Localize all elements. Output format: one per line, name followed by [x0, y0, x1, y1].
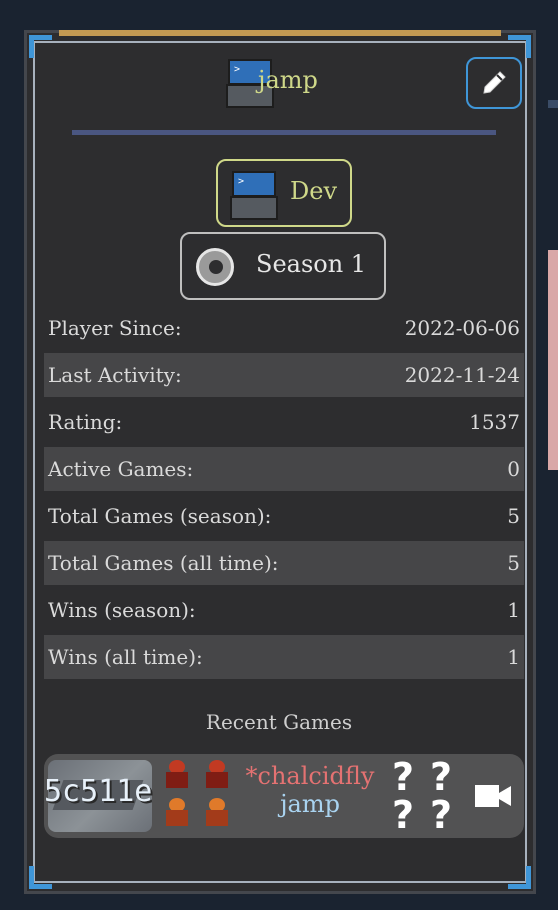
stat-value: 5 [507, 504, 520, 528]
video-camera-icon[interactable] [474, 781, 512, 811]
profile-header: > jamp [200, 56, 380, 110]
stat-value: 1 [507, 645, 520, 669]
stat-row: Total Games (season): 5 [44, 494, 524, 538]
unit-sprite [160, 798, 194, 830]
background-detail [548, 250, 558, 470]
unknown-mark: ? [430, 793, 453, 837]
dev-badge-label: Dev [290, 177, 338, 205]
stat-label: Total Games (all time): [48, 551, 279, 575]
corner-accent [29, 866, 52, 889]
stat-row: Total Games (all time): 5 [44, 541, 524, 585]
stat-row: Last Activity: 2022-11-24 [44, 353, 524, 397]
stat-row: Wins (season): 1 [44, 588, 524, 632]
unit-sprites [160, 760, 240, 832]
stat-label: Player Since: [48, 316, 182, 340]
stat-label: Last Activity: [48, 363, 182, 387]
panel-top-trim [59, 30, 501, 36]
unit-sprite [200, 760, 234, 792]
season-badge: Season 1 [180, 232, 386, 300]
stat-value: 5 [507, 551, 520, 575]
pencil-icon [483, 71, 506, 94]
stat-label: Active Games: [48, 457, 194, 481]
stat-label: Rating: [48, 410, 123, 434]
season-orb-icon [196, 248, 234, 286]
header-divider [72, 130, 496, 135]
stat-value: 0 [507, 457, 520, 481]
stat-value: 2022-06-06 [404, 316, 520, 340]
game-players: *chalcidfly jamp [240, 762, 380, 819]
stat-label: Wins (all time): [48, 645, 203, 669]
stat-row: Rating: 1537 [44, 400, 524, 444]
stat-value: 1 [507, 598, 520, 622]
stat-value: 2022-11-24 [404, 363, 520, 387]
stat-row: Wins (all time): 1 [44, 635, 524, 679]
terminal-computer-icon: > [228, 168, 278, 220]
stat-label: Wins (season): [48, 598, 196, 622]
stats-table: Player Since: 2022-06-06 Last Activity: 20… [44, 306, 524, 682]
player-one-name: *chalcidfly [245, 762, 375, 790]
unit-sprite [200, 798, 234, 830]
background-detail [548, 100, 558, 108]
stat-label: Total Games (season): [48, 504, 272, 528]
stat-row: Player Since: 2022-06-06 [44, 306, 524, 350]
stat-value: 1537 [469, 410, 520, 434]
recent-game-card[interactable]: 5c511e *chalcidfly jamp ? ? ? ? [44, 754, 524, 838]
unknown-mark: ? [392, 755, 415, 799]
recent-games-title: Recent Games [205, 710, 353, 734]
corner-accent [29, 35, 52, 58]
game-id: 5c511e [44, 774, 153, 809]
player-two-name: jamp [280, 790, 340, 818]
stat-row: Active Games: 0 [44, 447, 524, 491]
season-badge-label: Season 1 [256, 250, 367, 278]
corner-accent [508, 866, 531, 889]
corner-accent [508, 35, 531, 58]
unit-sprite [160, 760, 194, 792]
username: jamp [258, 66, 318, 94]
unknown-mark: ? [392, 793, 415, 837]
edit-profile-button[interactable] [466, 57, 522, 109]
dev-badge: > Dev [216, 159, 352, 227]
unknown-mark: ? [430, 755, 453, 799]
